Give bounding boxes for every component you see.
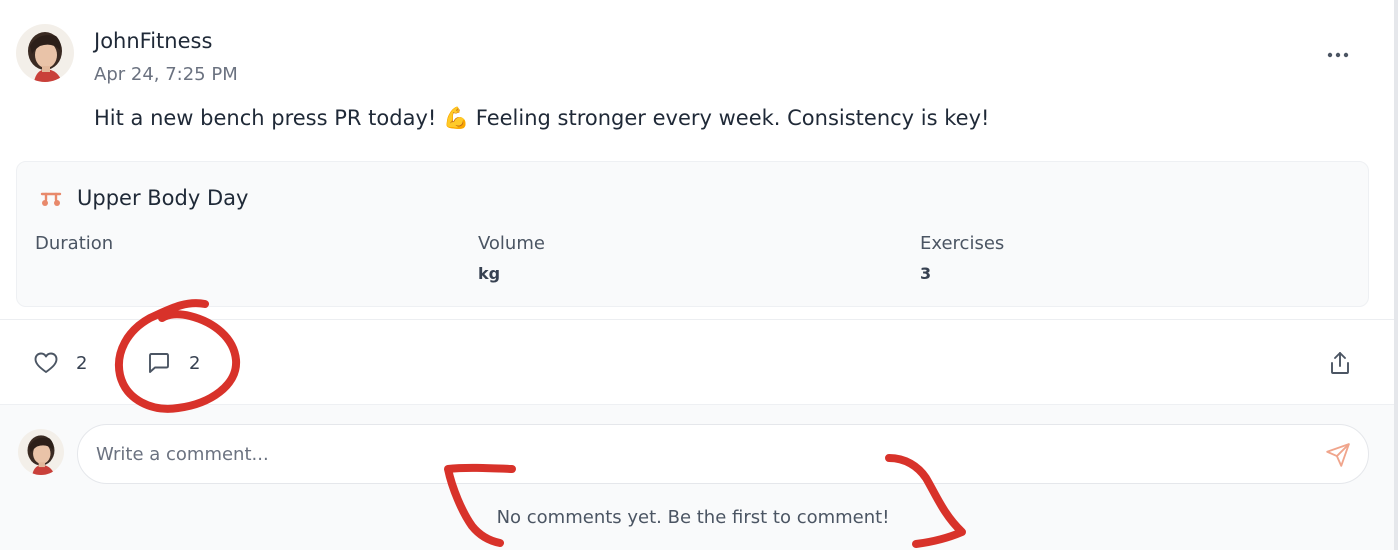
post-text: Hit a new bench press PR today! 💪 Feelin…: [94, 106, 990, 130]
stat-volume-value: kg: [478, 264, 501, 283]
send-icon: [1326, 443, 1350, 467]
empty-comments-message: No comments yet. Be the first to comment…: [496, 507, 890, 528]
stat-exercises-value: 3: [920, 264, 932, 283]
heart-icon: [34, 352, 58, 373]
more-horizontal-icon: [1327, 52, 1349, 58]
dumbbell-icon: [39, 189, 63, 213]
stat-exercises-label: Exercises: [920, 233, 1005, 254]
workout-title: Upper Body Day: [77, 186, 249, 210]
comment-count: 2: [189, 352, 201, 374]
actions-divider: [0, 319, 1394, 320]
comment-input[interactable]: [77, 424, 1369, 484]
stat-duration-label: Duration: [35, 233, 114, 254]
comment-section: No comments yet. Be the first to comment…: [0, 404, 1394, 550]
post-card: JohnFitness Apr 24, 7:25 PM Hit a new be…: [0, 0, 1394, 550]
like-count: 2: [76, 352, 88, 374]
workout-summary[interactable]: Upper Body Day Duration Volume kg Exerci…: [16, 161, 1369, 307]
author-avatar[interactable]: [16, 24, 74, 82]
current-user-avatar: [18, 429, 64, 475]
share-button[interactable]: [1325, 348, 1355, 378]
author-name[interactable]: JohnFitness: [94, 29, 212, 53]
comment-icon: [149, 353, 169, 373]
post-timestamp: Apr 24, 7:25 PM: [94, 64, 238, 85]
more-options-button[interactable]: [1320, 40, 1356, 70]
stat-volume-label: Volume: [478, 233, 545, 254]
like-button[interactable]: 2: [34, 346, 87, 380]
comment-button[interactable]: 2: [147, 346, 200, 380]
scrollbar-track[interactable]: [1394, 0, 1398, 550]
send-comment-button[interactable]: [1323, 440, 1353, 470]
share-icon: [1331, 352, 1349, 374]
